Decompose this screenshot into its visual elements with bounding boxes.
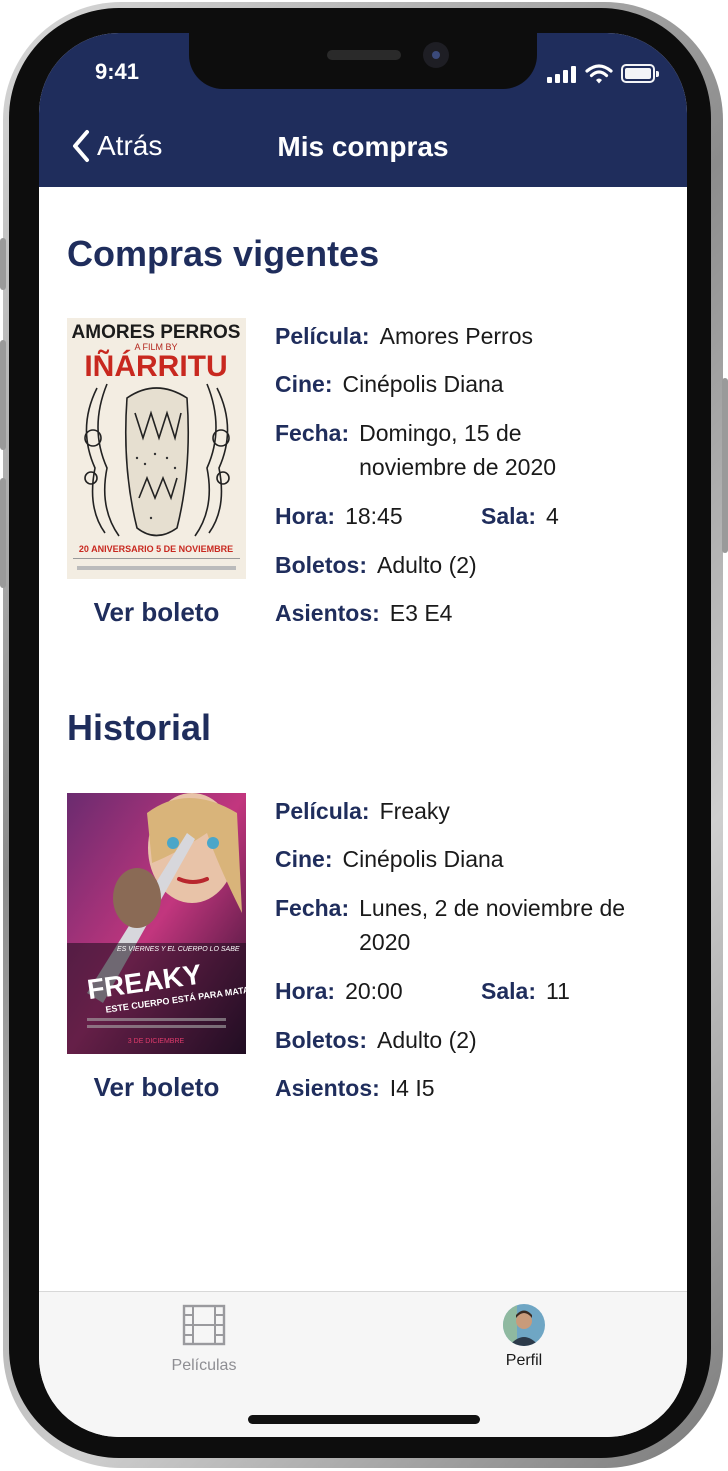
silent-switch <box>0 238 6 290</box>
label-fecha: Fecha: <box>275 895 350 921</box>
signal-icon <box>547 65 581 83</box>
detail-asientos: Asientos: I4 I5 <box>275 1071 435 1105</box>
label-sala: Sala: <box>481 978 536 1004</box>
film-icon <box>182 1304 226 1346</box>
detail-pelicula: Película: Amores Perros <box>275 319 533 353</box>
ver-boleto-button[interactable]: Ver boleto <box>67 597 246 628</box>
label-sala: Sala: <box>481 503 536 529</box>
value-hora: 18:45 <box>345 503 403 529</box>
page-title: Mis compras <box>277 131 449 162</box>
label-pelicula: Película: <box>275 323 370 349</box>
label-boletos: Boletos: <box>275 552 367 578</box>
label-asientos: Asientos: <box>275 600 380 626</box>
label-cine: Cine: <box>275 846 333 872</box>
value-boletos: Adulto (2) <box>377 1027 477 1053</box>
status-time: 9:41 <box>95 59 140 84</box>
tab-label-peliculas: Películas <box>171 1357 237 1374</box>
detail-hora: Hora: 18:45 <box>275 499 403 533</box>
label-cine: Cine: <box>275 371 333 397</box>
poster-text-release: 3 DE DICIEMBRE <box>128 1038 185 1045</box>
power-button <box>722 378 728 553</box>
detail-boletos: Boletos: Adulto (2) <box>275 1023 477 1057</box>
tab-bar: Películas Perfil <box>39 1291 687 1437</box>
poster-text-title: AMORES PERROS <box>72 322 241 343</box>
volume-down-button <box>0 478 6 588</box>
label-asientos: Asientos: <box>275 1075 380 1101</box>
amores-perros-poster-image: AMORES PERROS A FILM BY IÑÁRRITU 20 ANIV… <box>67 318 246 579</box>
avatar <box>503 1304 545 1346</box>
value-sala: 4 <box>545 503 559 529</box>
detail-cine: Cine: Cinépolis Diana <box>275 367 504 401</box>
value-pelicula: Freaky <box>379 798 450 824</box>
label-hora: Hora: <box>275 978 336 1004</box>
volume-up-button <box>0 340 6 450</box>
poster-freaky[interactable]: ES VIERNES Y EL CUERPO LO SABE FREAKY ES… <box>67 793 246 1054</box>
detail-pelicula: Película: Freaky <box>275 794 450 828</box>
detail-sala: Sala: 4 <box>481 499 559 533</box>
wifi-icon <box>585 63 613 85</box>
value-sala: 11 <box>545 978 570 1004</box>
screen: 9:41 Atrás Mis compras Compras vigentes … <box>39 33 687 1437</box>
section-title-compras-vigentes: Compras vigentes <box>67 233 380 274</box>
poster-text-director: IÑÁRRITU <box>84 349 227 383</box>
value-cine: Cinépolis Diana <box>342 846 504 872</box>
detail-sala: Sala: 11 <box>481 974 570 1008</box>
speaker <box>327 50 401 60</box>
detail-boletos: Boletos: Adulto (2) <box>275 548 477 582</box>
value-fecha: Lunes, 2 de noviembre de 2020 <box>359 895 626 955</box>
tab-label-perfil: Perfil <box>505 1352 543 1369</box>
label-boletos: Boletos: <box>275 1027 367 1053</box>
detail-hora: Hora: 20:00 <box>275 974 403 1008</box>
tab-perfil[interactable]: Perfil <box>424 1304 624 1370</box>
detail-cine: Cine: Cinépolis Diana <box>275 842 504 876</box>
section-title-historial: Historial <box>67 707 212 748</box>
detail-asientos: Asientos: E3 E4 <box>275 596 452 630</box>
home-indicator <box>248 1415 480 1424</box>
value-hora: 20:00 <box>345 978 403 1004</box>
poster-amores-perros[interactable]: AMORES PERROS A FILM BY IÑÁRRITU 20 ANIV… <box>67 318 246 579</box>
front-camera <box>423 42 449 68</box>
value-boletos: Adulto (2) <box>377 552 477 578</box>
poster-text-tagline: ES VIERNES Y EL CUERPO LO SABE <box>117 946 240 953</box>
freaky-poster-image: ES VIERNES Y EL CUERPO LO SABE FREAKY ES… <box>67 793 246 1054</box>
value-cine: Cinépolis Diana <box>342 371 504 397</box>
value-pelicula: Amores Perros <box>379 323 533 349</box>
detail-fecha: Fecha: Lunes, 2 de noviembre de 2020 <box>275 891 665 959</box>
label-hora: Hora: <box>275 503 336 529</box>
value-fecha: Domingo, 15 de noviembre de 2020 <box>359 420 557 480</box>
label-pelicula: Película: <box>275 798 370 824</box>
battery-icon <box>621 64 659 83</box>
value-asientos: I4 I5 <box>389 1075 435 1101</box>
notch <box>189 33 537 89</box>
poster-text-anniversary: 20 ANIVERSARIO 5 DE NOVIEMBRE <box>79 544 233 554</box>
label-fecha: Fecha: <box>275 420 350 446</box>
detail-fecha: Fecha: Domingo, 15 de noviembre de 2020 <box>275 416 595 484</box>
value-asientos: E3 E4 <box>389 600 453 626</box>
tab-peliculas[interactable]: Películas <box>104 1304 304 1375</box>
ver-boleto-button[interactable]: Ver boleto <box>67 1072 246 1103</box>
